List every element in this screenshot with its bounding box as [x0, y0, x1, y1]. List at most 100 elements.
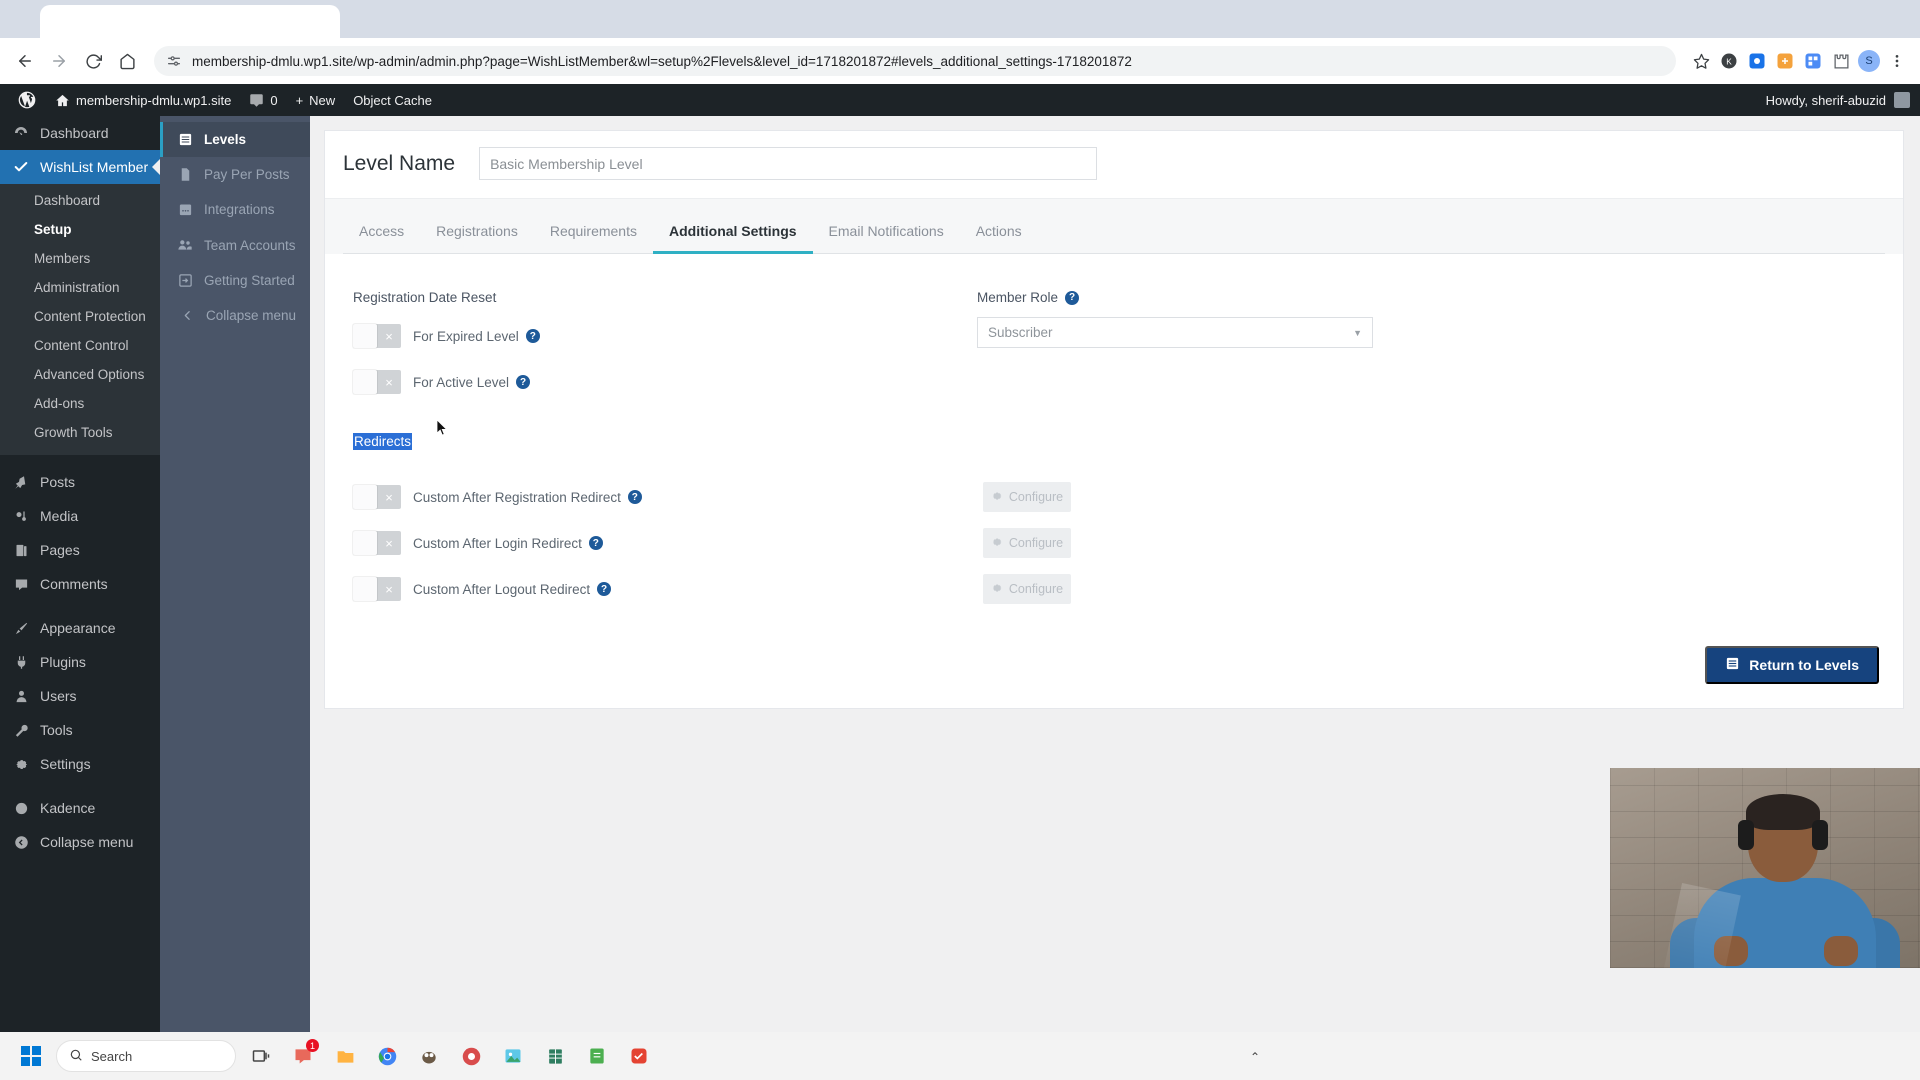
sidebar-item-tools[interactable]: Tools: [0, 713, 160, 747]
avatar[interactable]: S: [1856, 48, 1882, 74]
toggle-custom-after-login-redirect[interactable]: ×: [353, 531, 401, 555]
help-icon[interactable]: ?: [588, 536, 603, 550]
gimp-icon[interactable]: [412, 1039, 446, 1073]
sidebar-item-wlm-content-control[interactable]: Content Control: [0, 331, 160, 360]
todoist-icon[interactable]: [622, 1039, 656, 1073]
configure-registration-redirect-button[interactable]: Configure: [983, 482, 1071, 512]
nav-item-levels[interactable]: Levels: [160, 122, 310, 157]
help-icon[interactable]: ?: [597, 582, 612, 596]
site-name-menu[interactable]: membership-dmlu.wp1.site: [46, 84, 240, 116]
obs-icon[interactable]: [454, 1039, 488, 1073]
spreadsheet-icon[interactable]: [538, 1039, 572, 1073]
file-explorer-icon[interactable]: [328, 1039, 362, 1073]
object-cache-menu[interactable]: Object Cache: [344, 84, 441, 116]
sidebar-item-dashboard[interactable]: Dashboard: [0, 116, 160, 150]
sidebar-item-wlm-dashboard[interactable]: Dashboard: [0, 186, 160, 215]
label-for-active-level: For Active Level ?: [413, 375, 531, 390]
collapse-menu-button[interactable]: Collapse menu: [0, 825, 160, 859]
nav-item-getting-started[interactable]: Getting Started: [160, 263, 310, 298]
chevron-left-icon: [178, 309, 196, 322]
sidebar-item-kadence[interactable]: Kadence: [0, 791, 160, 825]
toggle-custom-after-logout-redirect[interactable]: ×: [353, 577, 401, 601]
sidebar-item-pages[interactable]: Pages: [0, 533, 160, 567]
sidebar-item-plugins[interactable]: Plugins: [0, 645, 160, 679]
puzzle-extension-icon[interactable]: [1828, 48, 1854, 74]
help-icon[interactable]: ?: [627, 490, 642, 504]
wlm-collapse-menu-button[interactable]: Collapse menu: [160, 298, 310, 333]
sidebar-item-appearance[interactable]: Appearance: [0, 611, 160, 645]
nav-item-pay-per-posts[interactable]: Pay Per Posts: [160, 157, 310, 192]
comments-bubble[interactable]: 0: [240, 84, 286, 116]
toggle-for-expired-level[interactable]: ×: [353, 324, 401, 348]
tab-email-notifications[interactable]: Email Notifications: [813, 211, 960, 254]
chrome-icon[interactable]: [370, 1039, 404, 1073]
member-role-select[interactable]: Subscriber ▼: [977, 317, 1373, 348]
sidebar-item-label: Users: [40, 688, 77, 704]
three-dot-menu-icon[interactable]: [1884, 48, 1910, 74]
toggle-for-active-level[interactable]: ×: [353, 370, 401, 394]
help-icon[interactable]: ?: [525, 329, 540, 343]
sidebar-item-wlm-setup[interactable]: Setup: [0, 215, 160, 244]
search-input[interactable]: Search: [56, 1040, 236, 1072]
sidebar-item-wlm-advanced-options[interactable]: Advanced Options: [0, 360, 160, 389]
sidebar-item-comments[interactable]: Comments: [0, 567, 160, 601]
nav-item-team-accounts[interactable]: Team Accounts: [160, 227, 310, 263]
sidebar-item-wlm-add-ons[interactable]: Add-ons: [0, 389, 160, 418]
nav-item-label: Levels: [204, 132, 247, 147]
new-menu[interactable]: + New: [287, 84, 345, 116]
search-placeholder: Search: [91, 1048, 133, 1064]
sidebar-item-settings[interactable]: Settings: [0, 747, 160, 781]
avatar[interactable]: [1894, 92, 1910, 108]
sidebar-item-wlm-administration[interactable]: Administration: [0, 273, 160, 302]
notification-badge: 1: [306, 1039, 319, 1052]
notepad-icon[interactable]: [580, 1039, 614, 1073]
profile-initial: S: [1858, 50, 1880, 72]
help-icon[interactable]: ?: [1065, 290, 1080, 305]
return-to-levels-button[interactable]: Return to Levels: [1705, 646, 1879, 684]
configure-login-redirect-button[interactable]: Configure: [983, 528, 1071, 558]
level-name-input[interactable]: Basic Membership Level: [479, 147, 1098, 180]
reload-icon[interactable]: [78, 46, 108, 76]
tab-registrations[interactable]: Registrations: [420, 211, 534, 254]
member-role-label: Member Role ?: [977, 290, 1889, 305]
nav-item-label: Getting Started: [204, 273, 295, 288]
tab-actions[interactable]: Actions: [960, 211, 1038, 254]
sidebar-item-media[interactable]: Media: [0, 499, 160, 533]
configure-logout-redirect-button[interactable]: Configure: [983, 574, 1071, 604]
address-bar[interactable]: membership-dmlu.wp1.site/wp-admin/admin.…: [154, 46, 1676, 76]
sidebar-item-wishlist-member[interactable]: WishList Member: [0, 150, 160, 184]
help-icon[interactable]: ?: [516, 375, 531, 389]
toggle-custom-after-registration-redirect[interactable]: ×: [353, 485, 401, 509]
tab-requirements[interactable]: Requirements: [534, 211, 653, 254]
chevron-up-icon[interactable]: ⌃: [1250, 1050, 1260, 1064]
extension-blue-icon[interactable]: [1744, 48, 1770, 74]
howdy-label[interactable]: Howdy, sherif-abuzid: [1766, 93, 1886, 108]
browser-tab[interactable]: [40, 5, 340, 38]
back-arrow-icon[interactable]: [10, 46, 40, 76]
wishlist-submenu: Dashboard Setup Members Administration C…: [0, 184, 160, 455]
chat-icon[interactable]: 1: [286, 1039, 320, 1073]
nav-item-integrations[interactable]: Integrations: [160, 192, 310, 227]
extension-orange-icon[interactable]: [1772, 48, 1798, 74]
sidebar-item-wlm-content-protection[interactable]: Content Protection: [0, 302, 160, 331]
home-icon[interactable]: [112, 46, 142, 76]
windows-start-icon[interactable]: [14, 1039, 48, 1073]
hair: [1746, 794, 1820, 830]
wordpress-logo-icon[interactable]: [8, 84, 46, 116]
forward-arrow-icon[interactable]: [44, 46, 74, 76]
site-settings-icon[interactable]: [166, 53, 182, 69]
extension-k-icon[interactable]: K: [1716, 48, 1742, 74]
sidebar-item-wlm-members[interactable]: Members: [0, 244, 160, 273]
photos-icon[interactable]: [496, 1039, 530, 1073]
extension-grid-icon[interactable]: [1800, 48, 1826, 74]
sidebar-item-posts[interactable]: Posts: [0, 465, 160, 499]
tab-additional-settings[interactable]: Additional Settings: [652, 211, 813, 254]
toggle-knob: [353, 577, 377, 601]
toggle-off-glyph: ×: [385, 328, 393, 344]
sidebar-item-users[interactable]: Users: [0, 679, 160, 713]
tab-access[interactable]: Access: [343, 211, 420, 254]
task-view-icon[interactable]: [244, 1039, 278, 1073]
star-icon[interactable]: [1688, 48, 1714, 74]
sidebar-item-wlm-growth-tools[interactable]: Growth Tools: [0, 418, 160, 447]
levels-list-icon: [176, 132, 194, 147]
